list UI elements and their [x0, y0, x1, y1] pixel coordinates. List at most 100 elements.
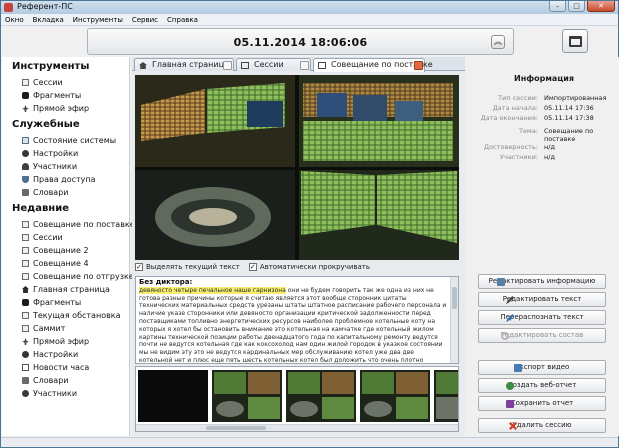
sidebar-item-fragments[interactable]: Фрагменты [22, 90, 81, 101]
recent-item[interactable]: Главная страница [22, 284, 110, 295]
button-label: Перераспознать текст [500, 313, 584, 321]
speaker-label: Без диктора: [139, 278, 193, 286]
sidebar-item-label: Права доступа [33, 175, 96, 184]
recent-item[interactable]: Настройки [22, 349, 78, 360]
edit-members-button[interactable]: Редактировать состав [478, 328, 606, 343]
recent-item-label: Сессии [33, 233, 63, 242]
sidebar-item-system-state[interactable]: Состояние системы [22, 135, 116, 146]
recent-item[interactable]: Фрагменты [22, 297, 81, 308]
recent-item-label: Прямой эфир [33, 337, 90, 346]
recognize-text-button[interactable]: Перераспознать текст [478, 310, 606, 325]
sidebar-item-label: Фрагменты [33, 91, 82, 100]
scroll-thumb[interactable] [206, 426, 266, 430]
minimize-button[interactable]: – [549, 1, 566, 12]
sidebar-item-label: Прямой эфир [33, 104, 90, 113]
window-layout-icon [569, 36, 582, 47]
recent-item-label: Участники [33, 389, 78, 398]
recent-item-label: Саммит [33, 324, 66, 333]
tab-bar: Главная страница Сессии Совещание по пос… [132, 57, 465, 72]
info-row: Тип сессии: Импортированная [469, 94, 619, 104]
window-controls: – □ ✕ [549, 1, 615, 12]
film-icon [241, 62, 249, 69]
tab-close-button[interactable] [300, 61, 309, 70]
gear-icon [22, 150, 29, 157]
recent-item-label: Фрагменты [33, 298, 82, 307]
recent-item[interactable]: Совещание по поставке [22, 219, 135, 230]
recent-item[interactable]: Новости часа [22, 362, 89, 373]
sidebar-item-participants[interactable]: Участники [22, 161, 77, 172]
datetime-bar: 05.11.2014 18:06:06 ︽ [87, 28, 514, 55]
tab-close-button[interactable] [223, 61, 232, 70]
window-layout-button[interactable] [562, 29, 588, 53]
menu-help[interactable]: Справка [167, 14, 198, 25]
recent-item[interactable]: Саммит [22, 323, 65, 334]
sidebar-item-label: Словари [33, 188, 69, 197]
maximize-button[interactable]: □ [568, 1, 585, 12]
recent-item[interactable]: Текущая обстановка [22, 310, 121, 321]
recent-item-label: Главная страница [33, 285, 110, 294]
fragment-icon [22, 92, 29, 99]
recent-item[interactable]: Сессии [22, 232, 63, 243]
create-web-report-button[interactable]: Создать веб-отчет [478, 378, 606, 393]
checkbox-label: Выделять текущий текст [146, 263, 240, 271]
tab-close-button[interactable] [414, 61, 423, 70]
info-row: Дата окончания: 05.11.14 17:38 [469, 114, 619, 124]
sidebar: Инструменты Сессии Фрагменты Прямой эфир… [2, 57, 135, 436]
sidebar-item-access-rights[interactable]: Права доступа [22, 174, 96, 185]
filmstrip-scrollbar[interactable] [136, 424, 458, 431]
transcript-box[interactable]: Без диктора: девяносто четыре печальное … [135, 276, 459, 364]
recent-item-label: Совещание по поставке [33, 220, 135, 229]
transcript-scrollbar[interactable] [450, 277, 458, 363]
recent-item[interactable]: Словари [22, 375, 69, 386]
session-icon [318, 62, 326, 69]
airplane-icon [22, 105, 29, 112]
menu-tools[interactable]: Инструменты [73, 14, 123, 25]
info-label: Достоверность: [484, 143, 538, 151]
delete-session-button[interactable]: Удалить сессию [478, 418, 606, 433]
scroll-thumb[interactable] [452, 287, 457, 309]
main-panel: Главная страница Сессии Совещание по пос… [132, 57, 465, 436]
transcript-text: девяносто четыре печальное наше гарнизон… [139, 286, 455, 363]
sidebar-item-label: Сессии [33, 78, 63, 87]
recent-item[interactable]: Совещание по отгрузке [22, 271, 134, 282]
button-label: Редактировать состав [500, 331, 584, 339]
sidebar-item-settings[interactable]: Настройки [22, 148, 78, 159]
button-label: Удалить сессию [512, 421, 572, 429]
checkbox-label: Автоматически прокручивать [259, 263, 370, 271]
tab-sessions[interactable]: Сессии [236, 58, 311, 71]
section-title-recent: Недавние [12, 203, 70, 214]
session-icon [22, 325, 29, 332]
refresh-icon [501, 332, 509, 340]
sidebar-item-live[interactable]: Прямой эфир [22, 103, 89, 114]
airplane-icon [22, 338, 29, 345]
menu-service[interactable]: Сервис [132, 14, 158, 25]
sidebar-item-dictionaries[interactable]: Словари [22, 187, 69, 198]
checkbox-mark: ✓ [135, 263, 143, 271]
info-row: Достоверность: н/д [469, 143, 619, 153]
edit-info-button[interactable]: Редактировать информацию [478, 274, 606, 289]
tab-meeting[interactable]: Совещание по поставке [313, 58, 433, 72]
video-player[interactable] [135, 75, 459, 260]
autoscroll-checkbox[interactable]: ✓ Автоматически прокручивать [248, 263, 370, 271]
double-chevron-up-icon[interactable]: ︽ [491, 35, 505, 49]
tab-home[interactable]: Главная страница [134, 58, 234, 71]
current-datetime: 05.11.2014 18:06:06 [233, 36, 368, 49]
close-button[interactable]: ✕ [587, 1, 615, 12]
edit-text-button[interactable]: Редактировать текст [478, 292, 606, 307]
recent-item[interactable]: Совещание 4 [22, 258, 89, 269]
recent-item[interactable]: Прямой эфир [22, 336, 89, 347]
menu-tab[interactable]: Вкладка [33, 14, 64, 25]
session-icon [22, 273, 29, 280]
menu-bar: Окно Вкладка Инструменты Сервис Справка [1, 14, 618, 26]
info-value: 05.11.14 17:38 [544, 114, 594, 122]
recent-item[interactable]: Совещание 2 [22, 245, 89, 256]
menu-window[interactable]: Окно [5, 14, 24, 25]
highlight-checkbox[interactable]: ✓ Выделять текущий текст [135, 263, 240, 271]
sidebar-item-sessions[interactable]: Сессии [22, 77, 63, 88]
export-video-button[interactable]: Экспорт видео [478, 360, 606, 375]
home-icon [139, 62, 147, 69]
save-report-button[interactable]: Сохранить отчет [478, 396, 606, 411]
recent-item[interactable]: Участники [22, 388, 77, 399]
filmstrip [135, 366, 459, 432]
info-panel: Информация Тип сессии: Импортированная Да… [469, 57, 619, 436]
